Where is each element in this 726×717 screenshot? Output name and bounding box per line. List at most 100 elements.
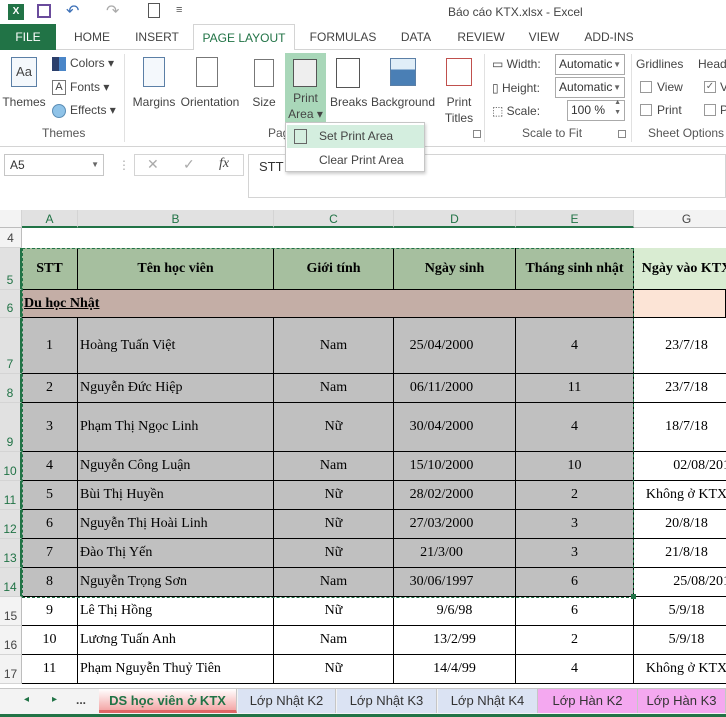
table-cell[interactable]: 23/7/18 xyxy=(634,374,726,403)
section-label[interactable]: Du học Nhật xyxy=(22,290,634,318)
select-all-corner[interactable] xyxy=(0,210,22,228)
column-header-g[interactable]: G xyxy=(634,210,726,228)
row-header[interactable]: 6 xyxy=(0,290,22,318)
headings-print-checkbox[interactable] xyxy=(704,104,716,116)
table-cell[interactable]: Bùi Thị Huyền xyxy=(78,481,274,510)
table-cell[interactable]: 4 xyxy=(516,403,634,452)
table-cell[interactable]: 8 xyxy=(22,568,78,597)
table-cell[interactable]: Nam xyxy=(274,568,394,597)
table-cell[interactable]: 25/04/2000 xyxy=(394,318,516,374)
table-cell[interactable]: 5 xyxy=(22,481,78,510)
table-cell[interactable]: 10 xyxy=(516,452,634,481)
table-cell[interactable]: 4 xyxy=(516,655,634,684)
tab-insert[interactable]: INSERT xyxy=(128,24,186,50)
table-cell[interactable]: 15/10/2000 xyxy=(394,452,516,481)
table-cell[interactable]: Nam xyxy=(274,452,394,481)
column-header-e[interactable]: E xyxy=(516,210,634,228)
table-cell[interactable]: 2 xyxy=(22,374,78,403)
headings-view-checkbox[interactable]: ✓ xyxy=(704,81,716,93)
table-cell[interactable]: 13/2/99 xyxy=(394,626,516,655)
customize-toolbar-icon[interactable]: ≡ xyxy=(176,4,182,16)
scroll-left-icon[interactable]: ◂ xyxy=(24,694,29,705)
gridlines-view-checkbox[interactable] xyxy=(640,81,652,93)
row-header[interactable]: 16 xyxy=(0,626,22,655)
tab-data[interactable]: DATA xyxy=(392,24,440,50)
spinner-arrows-icon[interactable]: ▲ ▼ xyxy=(614,98,621,118)
tab-file[interactable]: FILE xyxy=(0,24,56,50)
row-header[interactable]: 8 xyxy=(0,374,22,403)
row-header[interactable]: 9 xyxy=(0,403,22,452)
table-cell[interactable]: Lê Thị Hồng xyxy=(78,597,274,626)
table-cell[interactable]: Nguyễn Đức Hiệp xyxy=(78,374,274,403)
table-cell[interactable]: Nam xyxy=(274,374,394,403)
clear-print-area-item[interactable]: Clear Print Area xyxy=(287,149,424,172)
table-cell[interactable]: Đào Thị Yến xyxy=(78,539,274,568)
table-cell[interactable]: 1 xyxy=(22,318,78,374)
row-header[interactable]: 7 xyxy=(0,318,22,374)
table-cell[interactable]: 6 xyxy=(22,510,78,539)
header-cell[interactable]: Ngày sinh xyxy=(394,248,516,290)
scale-launcher-icon[interactable] xyxy=(618,130,626,138)
row-header[interactable]: 4 xyxy=(0,228,22,248)
table-cell[interactable]: Nữ xyxy=(274,539,394,568)
table-cell[interactable]: 25/08/2018 xyxy=(634,568,726,597)
table-cell[interactable]: Phạm Thị Ngọc Linh xyxy=(78,403,274,452)
column-header-d[interactable]: D xyxy=(394,210,516,228)
header-cell[interactable]: Tên học viên xyxy=(78,248,274,290)
table-cell[interactable]: 5/9/18 xyxy=(634,597,726,626)
table-cell[interactable]: 21/8/18 xyxy=(634,539,726,568)
table-cell[interactable]: 9 xyxy=(22,597,78,626)
row-header[interactable]: 5 xyxy=(0,248,22,290)
page-setup-launcher-icon[interactable] xyxy=(473,130,481,138)
row-header[interactable]: 17 xyxy=(0,655,22,684)
table-cell[interactable]: Lương Tuấn Anh xyxy=(78,626,274,655)
table-cell[interactable]: Nguyễn Trọng Sơn xyxy=(78,568,274,597)
insert-function-icon[interactable]: fx xyxy=(219,156,229,172)
table-cell[interactable]: Nữ xyxy=(274,481,394,510)
row-header[interactable]: 10 xyxy=(0,452,22,481)
table-cell[interactable]: 3 xyxy=(516,510,634,539)
header-cell[interactable]: Tháng sinh nhật xyxy=(516,248,634,290)
tab-formulas[interactable]: FORMULAS xyxy=(303,24,383,50)
table-cell[interactable]: Phạm Nguyễn Thuỷ Tiên xyxy=(78,655,274,684)
table-cell[interactable]: 7 xyxy=(22,539,78,568)
table-cell[interactable]: Nữ xyxy=(274,655,394,684)
table-cell[interactable]: 10 xyxy=(22,626,78,655)
cancel-icon[interactable]: ✕ xyxy=(147,156,159,173)
table-cell[interactable]: Nữ xyxy=(274,510,394,539)
table-cell[interactable]: Nam xyxy=(274,318,394,374)
table-cell[interactable]: 9/6/98 xyxy=(394,597,516,626)
sheet-tab[interactable]: Lớp Nhật K3 xyxy=(337,689,437,713)
cell[interactable] xyxy=(634,290,726,318)
scale-spinner[interactable]: 100 % ▲ ▼ xyxy=(567,98,625,121)
sheet-tab[interactable]: Lớp Nhật K2 xyxy=(238,689,336,713)
table-cell[interactable]: 28/02/2000 xyxy=(394,481,516,510)
table-cell[interactable]: 4 xyxy=(516,318,634,374)
row-header[interactable]: 13 xyxy=(0,539,22,568)
table-cell[interactable]: Nam xyxy=(274,626,394,655)
table-cell[interactable]: Nữ xyxy=(274,403,394,452)
row-header[interactable]: 14 xyxy=(0,568,22,597)
more-sheets-button[interactable]: ... xyxy=(76,693,86,707)
gridlines-print-checkbox[interactable] xyxy=(640,104,652,116)
table-cell[interactable]: 18/7/18 xyxy=(634,403,726,452)
sheet-tab[interactable]: Lớp Hàn K2 xyxy=(538,689,638,713)
sheet-tab[interactable]: Lớp Nhật K4 xyxy=(438,689,538,713)
table-cell[interactable]: 06/11/2000 xyxy=(394,374,516,403)
save-icon[interactable] xyxy=(37,4,51,18)
table-cell[interactable]: 20/8/18 xyxy=(634,510,726,539)
table-cell[interactable]: 30/04/2000 xyxy=(394,403,516,452)
tab-home[interactable]: HOME xyxy=(64,24,120,50)
header-cell[interactable]: Ngày vào KTX xyxy=(634,248,726,290)
header-cell[interactable]: STT xyxy=(22,248,78,290)
sheet-tab[interactable]: Lớp Hàn K3 xyxy=(638,689,726,713)
row-header[interactable]: 11 xyxy=(0,481,22,510)
colors-button[interactable]: Colors ▾ xyxy=(52,56,114,71)
column-header-b[interactable]: B xyxy=(78,210,274,228)
table-cell[interactable]: Không ở KTX xyxy=(634,481,726,510)
table-cell[interactable]: 4 xyxy=(22,452,78,481)
scroll-right-icon[interactable]: ▸ xyxy=(52,694,57,705)
table-cell[interactable]: 30/06/1997 xyxy=(394,568,516,597)
header-cell[interactable]: Giới tính xyxy=(274,248,394,290)
name-box[interactable]: A5 ▼ xyxy=(4,154,104,176)
